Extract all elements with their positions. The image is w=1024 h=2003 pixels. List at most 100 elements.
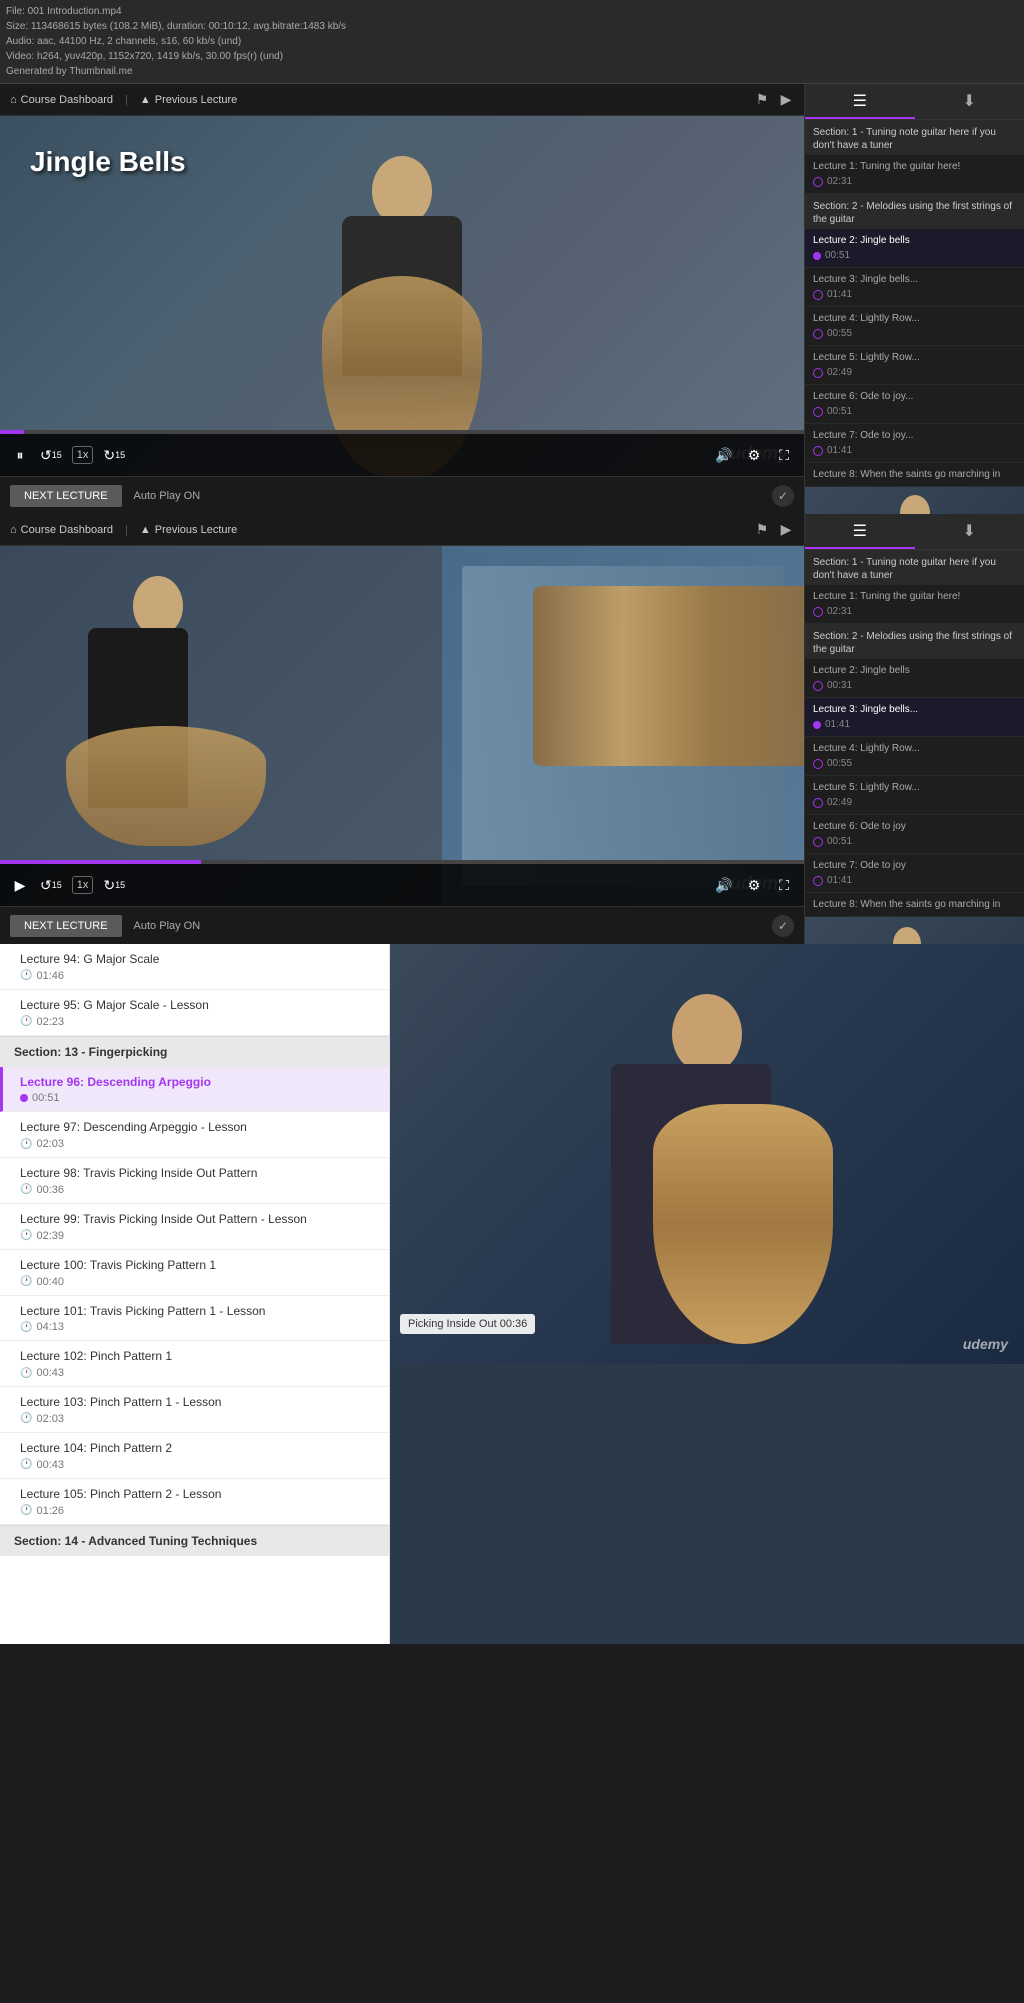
sidebar-lecture-name-6-1: Lecture 6: Ode to joy... bbox=[813, 390, 1016, 403]
sidebar-tab-list-1[interactable]: ☰ bbox=[805, 84, 915, 119]
sidebar-content-2: Section: 1 - Tuning note guitar here if … bbox=[805, 550, 1024, 944]
sidebar-lecture-4-2[interactable]: Lecture 4: Lightly Row... 00:55 bbox=[805, 737, 1024, 776]
sidebar-lecture-2-1[interactable]: Lecture 2: Jingle bells 00:51 bbox=[805, 229, 1024, 268]
clock-icon-101: 🕐 bbox=[20, 1322, 32, 1333]
lecture-95-name: Lecture 95: G Major Scale - Lesson bbox=[20, 997, 375, 1014]
lecture-96-duration: 00:51 bbox=[20, 1092, 375, 1104]
nav-separator-1: | bbox=[125, 94, 128, 106]
sidebar-lecture-5-1[interactable]: Lecture 5: Lightly Row... 02:49 bbox=[805, 346, 1024, 385]
lecture-94-name: Lecture 94: G Major Scale bbox=[20, 951, 375, 968]
sidebar-lecture-8-2[interactable]: Lecture 8: When the saints go marching i… bbox=[805, 893, 1024, 917]
forward-btn-1[interactable]: ↻15 bbox=[103, 447, 125, 464]
flag-icon-1[interactable]: ⚑ bbox=[754, 92, 770, 108]
content-lecture-99[interactable]: Lecture 99: Travis Picking Inside Out Pa… bbox=[0, 1204, 389, 1250]
previous-lecture-btn-2[interactable]: ▲ Previous Lecture bbox=[140, 524, 237, 536]
sidebar-lecture-name-3-1: Lecture 3: Jingle bells... bbox=[813, 273, 1016, 286]
video-frame-2[interactable]: udemy ▶ ↺15 1x ↻15 🔊 ⚙ ⛶ bbox=[0, 546, 804, 906]
sidebar-lecture-6-2[interactable]: Lecture 6: Ode to joy 00:51 bbox=[805, 815, 1024, 854]
video-main-1: ⌂ Course Dashboard | ▲ Previous Lecture … bbox=[0, 84, 804, 514]
dot-icon-3-2 bbox=[813, 721, 821, 729]
volume-icon-2[interactable]: 🔊 bbox=[714, 877, 734, 894]
content-lecture-97[interactable]: Lecture 97: Descending Arpeggio - Lesson… bbox=[0, 1112, 389, 1158]
rewind-btn-2[interactable]: ↺15 bbox=[40, 877, 62, 894]
sidebar-lecture-2-2[interactable]: Lecture 2: Jingle bells 00:31 bbox=[805, 659, 1024, 698]
active-dot-96 bbox=[20, 1094, 28, 1102]
sidebar-tab-download-1[interactable]: ⬇ bbox=[915, 84, 1024, 119]
nav-bar-1: ⌂ Course Dashboard | ▲ Previous Lecture … bbox=[0, 84, 804, 116]
sidebar-lecture-name-5-1: Lecture 5: Lightly Row... bbox=[813, 351, 1016, 364]
play-circle-icon-1-1 bbox=[813, 177, 823, 187]
next-icon-2[interactable]: ▶ bbox=[778, 522, 794, 538]
sidebar-lecture-1-1[interactable]: Lecture 1: Tuning the guitar here! 02:31 bbox=[805, 155, 1024, 194]
check-icon-1[interactable]: ✓ bbox=[772, 485, 794, 507]
sidebar-lecture-7-1[interactable]: Lecture 7: Ode to joy... 01:41 bbox=[805, 424, 1024, 463]
sidebar-lecture-8-1[interactable]: Lecture 8: When the saints go marching i… bbox=[805, 463, 1024, 487]
sidebar-lecture-name-4-2: Lecture 4: Lightly Row... bbox=[813, 742, 1016, 755]
sidebar-lecture-name-3-2: Lecture 3: Jingle bells... bbox=[813, 703, 1016, 716]
section-2-header-1: Section: 2 - Melodies using the first st… bbox=[805, 194, 1024, 229]
play-circle-icon-3-1 bbox=[813, 290, 823, 300]
thumb-head-2 bbox=[893, 927, 921, 944]
sidebar-lecture-3-1[interactable]: Lecture 3: Jingle bells... 01:41 bbox=[805, 268, 1024, 307]
lecture-97-name: Lecture 97: Descending Arpeggio - Lesson bbox=[20, 1119, 375, 1136]
content-lecture-98[interactable]: Lecture 98: Travis Picking Inside Out Pa… bbox=[0, 1158, 389, 1204]
lecture-101-name: Lecture 101: Travis Picking Pattern 1 - … bbox=[20, 1303, 375, 1320]
lecture-104-name: Lecture 104: Pinch Pattern 2 bbox=[20, 1440, 375, 1457]
sidebar-lecture-name-1-2: Lecture 1: Tuning the guitar here! bbox=[813, 590, 1016, 603]
content-lecture-104[interactable]: Lecture 104: Pinch Pattern 2 🕐 00:43 bbox=[0, 1433, 389, 1479]
sidebar-tab-list-2[interactable]: ☰ bbox=[805, 514, 915, 549]
sidebar-lecture-1-2[interactable]: Lecture 1: Tuning the guitar here! 02:31 bbox=[805, 585, 1024, 624]
next-lecture-btn-1[interactable]: NEXT LECTURE bbox=[10, 485, 122, 507]
sidebar-tabs-2: ☰ ⬇ bbox=[805, 514, 1024, 550]
content-lecture-105[interactable]: Lecture 105: Pinch Pattern 2 - Lesson 🕐 … bbox=[0, 1479, 389, 1525]
previous-lecture-btn-1[interactable]: ▲ Previous Lecture bbox=[140, 94, 237, 106]
speed-btn-1[interactable]: 1x bbox=[72, 446, 94, 464]
chevron-up-icon-2: ▲ bbox=[140, 524, 151, 536]
rewind-btn-1[interactable]: ↺15 bbox=[40, 447, 62, 464]
check-icon-2[interactable]: ✓ bbox=[772, 915, 794, 937]
nav-right-2: ⚑ ▶ bbox=[754, 522, 794, 538]
lecture-98-duration: 🕐 00:36 bbox=[20, 1184, 375, 1196]
content-lecture-95[interactable]: Lecture 95: G Major Scale - Lesson 🕐 02:… bbox=[0, 990, 389, 1036]
volume-icon-1[interactable]: 🔊 bbox=[714, 447, 734, 464]
sidebar-tab-download-2[interactable]: ⬇ bbox=[915, 514, 1024, 549]
video-frame-1[interactable]: Jingle Bells udemy ⏸ ↺15 1x ↻15 🔊 ⚙ ⛶ bbox=[0, 116, 804, 476]
flag-icon-2[interactable]: ⚑ bbox=[754, 522, 770, 538]
next-lecture-bar-1: NEXT LECTURE Auto Play ON ✓ bbox=[0, 476, 804, 514]
sidebar-lecture-name-8-2: Lecture 8: When the saints go marching i… bbox=[813, 898, 1016, 911]
sidebar-lecture-7-2[interactable]: Lecture 7: Ode to joy 01:41 bbox=[805, 854, 1024, 893]
sidebar-lecture-name-6-2: Lecture 6: Ode to joy bbox=[813, 820, 1016, 833]
fullscreen-icon-2[interactable]: ⛶ bbox=[774, 877, 794, 894]
clock-icon-103: 🕐 bbox=[20, 1413, 32, 1424]
content-lecture-103[interactable]: Lecture 103: Pinch Pattern 1 - Lesson 🕐 … bbox=[0, 1387, 389, 1433]
course-dashboard-btn-1[interactable]: ⌂ Course Dashboard bbox=[10, 94, 113, 106]
forward-btn-2[interactable]: ↻15 bbox=[103, 877, 125, 894]
content-lecture-96[interactable]: Lecture 96: Descending Arpeggio 00:51 bbox=[0, 1067, 389, 1113]
fullscreen-icon-1[interactable]: ⛶ bbox=[774, 447, 794, 464]
content-lecture-102[interactable]: Lecture 102: Pinch Pattern 1 🕐 00:43 bbox=[0, 1341, 389, 1387]
section-14-header: Section: 14 - Advanced Tuning Techniques bbox=[0, 1525, 389, 1556]
content-lecture-100[interactable]: Lecture 100: Travis Picking Pattern 1 🕐 … bbox=[0, 1250, 389, 1296]
sidebar-lecture-5-2[interactable]: Lecture 5: Lightly Row... 02:49 bbox=[805, 776, 1024, 815]
nav-separator-2: | bbox=[125, 524, 128, 536]
video-section-2: ⌂ Course Dashboard | ▲ Previous Lecture … bbox=[0, 514, 1024, 944]
picking-inside-out-label: Picking Inside Out 00:36 bbox=[400, 1314, 535, 1334]
settings-icon-1[interactable]: ⚙ bbox=[744, 447, 764, 464]
sidebar-lecture-3-2[interactable]: Lecture 3: Jingle bells... 01:41 bbox=[805, 698, 1024, 737]
next-lecture-btn-2[interactable]: NEXT LECTURE bbox=[10, 915, 122, 937]
content-lecture-94[interactable]: Lecture 94: G Major Scale 🕐 01:46 bbox=[0, 944, 389, 990]
next-icon-1[interactable]: ▶ bbox=[778, 92, 794, 108]
speed-btn-2[interactable]: 1x bbox=[72, 876, 94, 894]
play-pause-btn-2[interactable]: ▶ bbox=[10, 877, 30, 894]
play-circle-icon-4-2 bbox=[813, 759, 823, 769]
sidebar-lecture-4-1[interactable]: Lecture 4: Lightly Row... 00:55 bbox=[805, 307, 1024, 346]
sidebar-lecture-6-1[interactable]: Lecture 6: Ode to joy... 00:51 bbox=[805, 385, 1024, 424]
settings-icon-2[interactable]: ⚙ bbox=[744, 877, 764, 894]
content-lecture-101[interactable]: Lecture 101: Travis Picking Pattern 1 - … bbox=[0, 1296, 389, 1342]
sidebar-lecture-name-1-1: Lecture 1: Tuning the guitar here! bbox=[813, 160, 1016, 173]
course-dashboard-label-2: Course Dashboard bbox=[21, 524, 113, 536]
play-pause-btn-1[interactable]: ⏸ bbox=[10, 447, 30, 464]
course-dashboard-btn-2[interactable]: ⌂ Course Dashboard bbox=[10, 524, 113, 536]
lecture-103-name: Lecture 103: Pinch Pattern 1 - Lesson bbox=[20, 1394, 375, 1411]
clock-icon-105: 🕐 bbox=[20, 1505, 32, 1516]
